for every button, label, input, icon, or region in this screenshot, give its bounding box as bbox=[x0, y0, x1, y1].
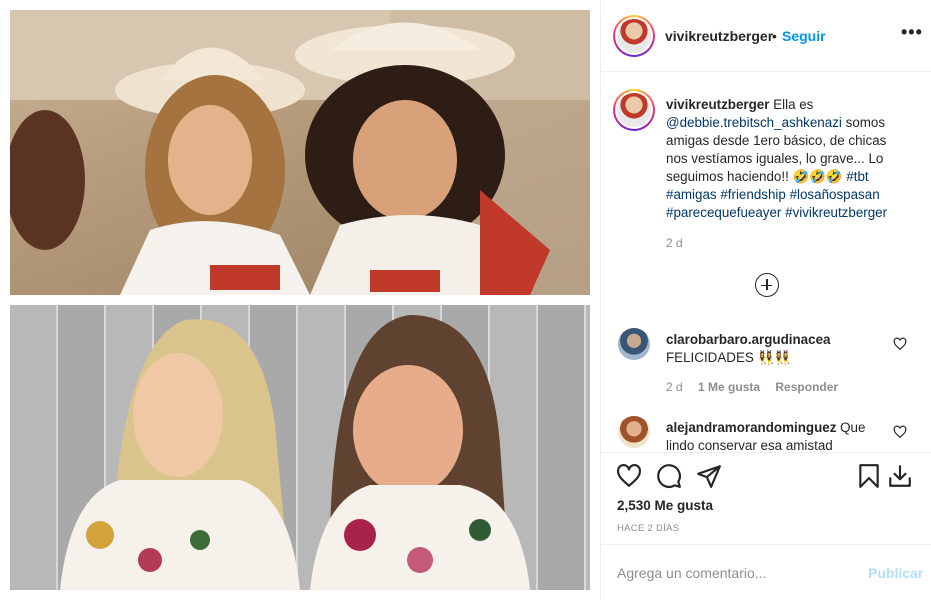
post-timestamp: HACE 2 DÍAS bbox=[617, 523, 680, 534]
comment-input[interactable] bbox=[617, 565, 837, 581]
publish-button[interactable]: Publicar bbox=[868, 565, 923, 581]
post-actions: 2,530 Me gusta HACE 2 DÍAS bbox=[601, 452, 931, 544]
comment-meta: 2 d 1 Me gusta Responder bbox=[666, 380, 850, 394]
more-options-icon[interactable]: ••• bbox=[901, 22, 923, 43]
caption-avatar[interactable] bbox=[613, 89, 655, 131]
instagram-post-modal: vivikreutzberger • Seguir ••• vivikreutz… bbox=[0, 0, 931, 600]
photo-childhood bbox=[10, 10, 590, 295]
header-separator: • bbox=[772, 28, 777, 44]
comment-avatar[interactable] bbox=[618, 328, 650, 360]
comments-section[interactable]: vivikreutzberger Ella es @debbie.trebits… bbox=[601, 73, 931, 451]
comment-like-heart-icon[interactable] bbox=[893, 337, 907, 351]
post-caption: vivikreutzberger Ella es @debbie.trebits… bbox=[666, 96, 906, 222]
comment-text: FELICIDADES 👯‍♀️👯‍♀️ bbox=[666, 350, 791, 365]
heart-icon[interactable] bbox=[616, 463, 642, 489]
post-media[interactable] bbox=[0, 0, 600, 600]
download-icon[interactable] bbox=[887, 463, 913, 489]
post-header: vivikreutzberger • Seguir ••• bbox=[601, 0, 931, 72]
caption-username[interactable]: vivikreutzberger bbox=[666, 97, 769, 112]
post-side-panel: vivikreutzberger • Seguir ••• vivikreutz… bbox=[601, 0, 931, 600]
author-avatar[interactable] bbox=[613, 15, 655, 57]
author-username[interactable]: vivikreutzberger bbox=[665, 28, 773, 44]
comment-item: clarobarbaro.argudinacea FELICIDADES 👯‍♀… bbox=[666, 331, 891, 367]
load-more-comments-icon[interactable] bbox=[755, 273, 779, 297]
comment-like-heart-icon[interactable] bbox=[893, 425, 907, 439]
comment-username[interactable]: clarobarbaro.argudinacea bbox=[666, 331, 891, 349]
photo-present-illustration bbox=[60, 315, 530, 590]
bookmark-icon[interactable] bbox=[856, 463, 882, 489]
comment-item: alejandramorandominguez Que lindo conser… bbox=[666, 419, 891, 451]
photo-present bbox=[10, 305, 590, 590]
likes-count[interactable]: 2,530 Me gusta bbox=[617, 498, 713, 513]
caption-text-before: Ella es bbox=[773, 97, 814, 112]
caption-time: 2 d bbox=[666, 236, 683, 250]
add-comment-bar: Publicar bbox=[601, 544, 931, 600]
comment-time: 2 d bbox=[666, 380, 683, 394]
comment-bubble-icon[interactable] bbox=[656, 463, 682, 489]
comment-likes[interactable]: 1 Me gusta bbox=[698, 380, 760, 394]
comment-username[interactable]: alejandramorandominguez bbox=[666, 420, 836, 435]
reply-button[interactable]: Responder bbox=[775, 380, 838, 394]
paper-plane-icon[interactable] bbox=[696, 463, 722, 489]
photo-childhood-illustration bbox=[10, 10, 590, 295]
comment-avatar[interactable] bbox=[618, 416, 650, 448]
follow-button[interactable]: Seguir bbox=[782, 28, 826, 44]
caption-mention[interactable]: @debbie.trebitsch_ashkenazi bbox=[666, 115, 842, 130]
